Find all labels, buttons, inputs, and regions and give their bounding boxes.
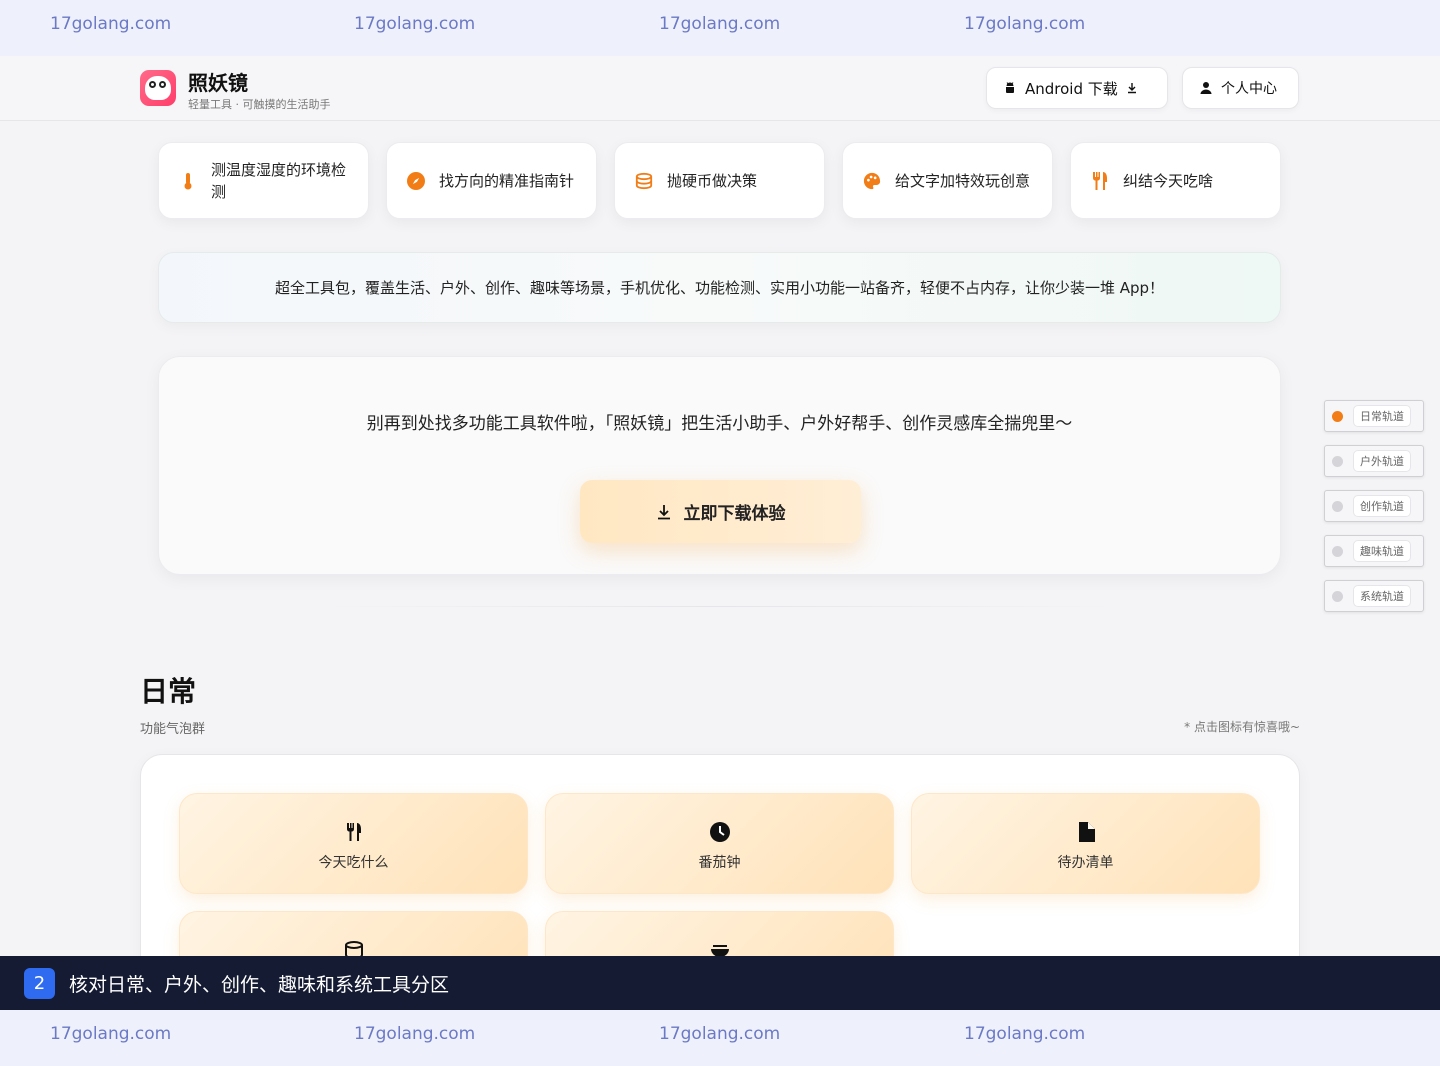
rail-item-outdoor[interactable]: 户外轨道 [1324,445,1424,477]
feature-chip-text-effect[interactable]: 给文字加特效玩创意 [842,142,1053,219]
rail-item-label: 创作轨道 [1353,495,1411,517]
intro-banner: 超全工具包，覆盖生活、户外、创作、趣味等场景，手机优化、功能检测、实用小功能一站… [158,252,1281,323]
palette-icon [863,172,881,190]
feature-chip-label: 抛硬币做决策 [667,171,758,190]
section-title: 日常 [140,675,197,708]
watermark-text: 17golang.com [659,14,781,34]
feature-chip-label: 纠结今天吃啥 [1123,171,1214,190]
download-icon [657,504,670,519]
watermark-text: 17golang.com [354,14,476,34]
android-icon [1006,82,1014,93]
tool-tile-label: 待办清单 [1057,855,1114,871]
watermark-text: 17golang.com [50,1024,172,1044]
download-icon [1127,83,1136,94]
watermark-bar-top: 17golang.com 17golang.com 17golang.com 1… [0,0,1440,56]
compass-icon [407,171,425,190]
rail-item-system[interactable]: 系统轨道 [1324,580,1424,612]
section-subtitle: 功能气泡群 [140,722,206,737]
section-hint: * 点击图标有惊喜哦~ [1184,720,1300,734]
coins-icon [635,172,653,190]
rail-item-label: 系统轨道 [1353,585,1411,607]
rail-item-label: 日常轨道 [1353,405,1411,427]
tool-tile-todo[interactable]: 待办清单 [911,793,1260,894]
rail-item-label: 趣味轨道 [1353,540,1411,562]
watermark-text: 17golang.com [964,14,1086,34]
file-icon [912,822,1259,847]
android-download-button[interactable]: Android 下载 [986,67,1168,109]
clock-icon [546,822,893,847]
watermark-text: 17golang.com [659,1024,781,1044]
tool-tile-label: 番茄钟 [698,855,741,871]
caption-number: 2 [24,967,55,999]
caption-bar: 2 核对日常、户外、创作、趣味和系统工具分区 [0,956,1440,1010]
site-header: 照妖镜 轻量工具 · 可触摸的生活助手 Android 下载 个人中心 [0,56,1440,121]
feature-chip-label: 找方向的精准指南针 [439,171,575,190]
rail-dot [1332,590,1343,602]
rail-dot [1332,500,1343,512]
rail-item-fun[interactable]: 趣味轨道 [1324,535,1424,567]
rail-dot [1332,455,1343,467]
feature-chip-environment[interactable]: 测温度湿度的环境检测 [158,142,369,219]
android-download-label: Android 下载 [1025,79,1118,98]
section-divider [320,606,1120,607]
watermark-bar-bottom: 17golang.com 17golang.com 17golang.com 1… [0,1010,1440,1066]
feature-chip-compass[interactable]: 找方向的精准指南针 [386,142,597,219]
rail-item-label: 户外轨道 [1353,450,1411,472]
user-icon [1200,82,1212,94]
profile-label: 个人中心 [1221,81,1277,97]
watermark-text: 17golang.com [964,1024,1086,1044]
brand-name: 照妖镜 [188,71,248,95]
thermometer-icon [179,172,197,190]
tool-tile-pomodoro[interactable]: 番茄钟 [545,793,894,894]
rail-item-creative[interactable]: 创作轨道 [1324,490,1424,522]
utensils-icon [1091,171,1109,190]
caption-text: 核对日常、户外、创作、趣味和系统工具分区 [69,973,450,996]
tool-tile-what-to-eat[interactable]: 今天吃什么 [179,793,528,894]
profile-button[interactable]: 个人中心 [1182,67,1299,109]
feature-chip-label: 给文字加特效玩创意 [895,171,1031,190]
download-cta-label: 立即下载体验 [683,504,786,524]
rail-item-daily[interactable]: 日常轨道 [1324,400,1424,432]
utensils-icon [180,822,527,847]
watermark-text: 17golang.com [354,1024,476,1044]
brand-subtitle: 轻量工具 · 可触摸的生活助手 [188,98,331,111]
feature-chip-coin[interactable]: 抛硬币做决策 [614,142,825,219]
tool-tile-label: 今天吃什么 [318,855,389,871]
watermark-text: 17golang.com [50,14,172,34]
feature-chip-food[interactable]: 纠结今天吃啥 [1070,142,1281,219]
hero-text: 别再到处找多功能工具软件啦，「照妖镜」把生活小助手、户外好帮手、创作灵感库全揣兜… [366,414,1073,434]
hero-card: 别再到处找多功能工具软件啦，「照妖镜」把生活小助手、户外好帮手、创作灵感库全揣兜… [158,356,1281,575]
intro-banner-text: 超全工具包，覆盖生活、户外、创作、趣味等场景，手机优化、功能检测、实用小功能一站… [274,279,1165,297]
rail-dot [1332,545,1343,557]
rail-dot [1332,410,1343,422]
app-logo-icon[interactable] [140,70,176,106]
download-cta-button[interactable]: 立即下载体验 [580,480,861,543]
feature-chip-label: 测温度湿度的环境检测 [211,160,347,201]
